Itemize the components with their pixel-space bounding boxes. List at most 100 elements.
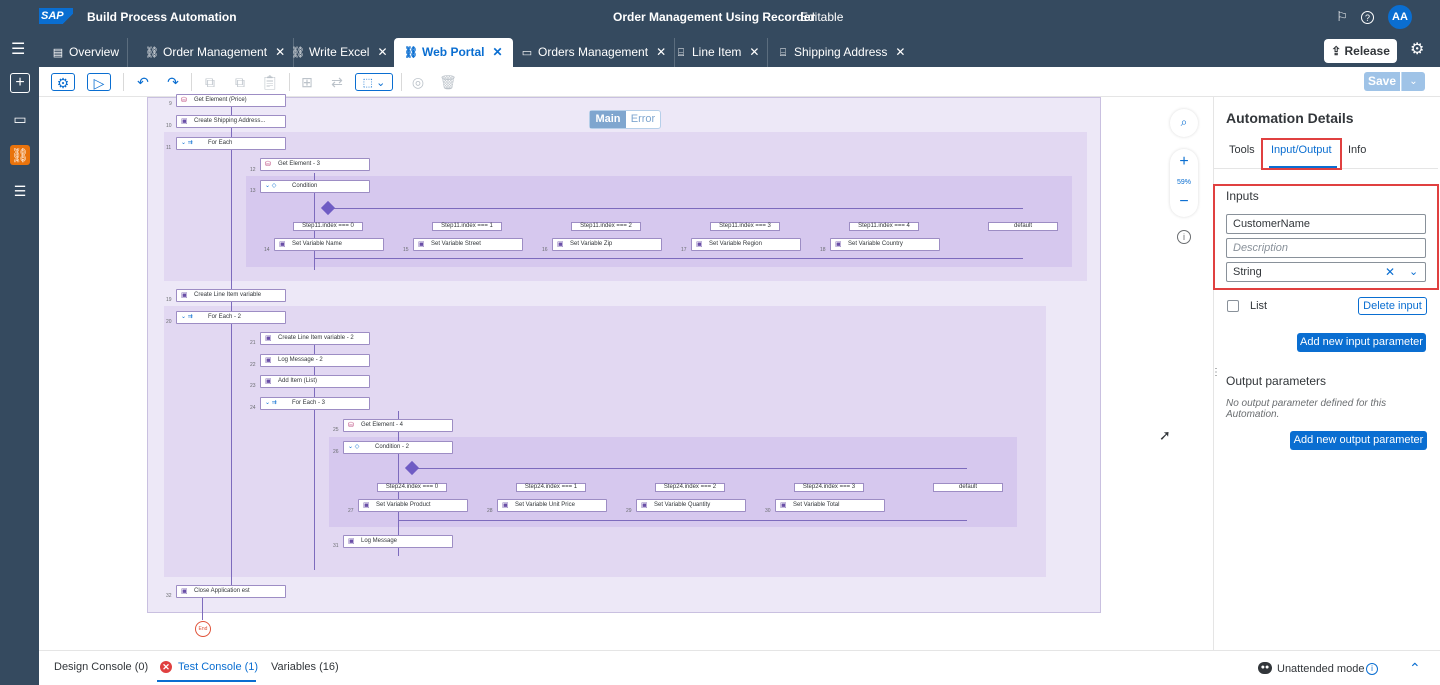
chevron-up-icon[interactable]: ⌃ <box>1409 660 1421 677</box>
flow-step[interactable]: Set Variable Name <box>274 238 384 251</box>
help-icon[interactable]: ? <box>1361 11 1374 24</box>
step-number: 29 <box>626 508 632 514</box>
list-checkbox[interactable] <box>1227 300 1239 312</box>
flow-step[interactable]: Create Line Item variable <box>176 289 286 302</box>
settings-icon[interactable]: ⚙ <box>1410 42 1424 58</box>
flow-step[interactable]: Set Variable Unit Price <box>497 499 607 512</box>
flow-step[interactable]: For Each - 2 <box>176 311 286 324</box>
condition-case[interactable]: Step11.index === 4 <box>849 222 919 231</box>
flow-step[interactable]: For Each <box>176 137 286 150</box>
step-number: 27 <box>348 508 354 514</box>
sap-logo[interactable]: SAP <box>39 8 73 24</box>
flow-step[interactable]: Add Item (List) <box>260 375 370 388</box>
add-step-icon[interactable]: ⊞ <box>296 73 318 91</box>
segment-main[interactable]: Main <box>590 111 626 128</box>
tab-write-excel[interactable]: ⛓ Write Excel ✕ <box>283 38 397 67</box>
condition-case[interactable]: Step24.index === 0 <box>377 483 447 492</box>
release-button[interactable]: ⇪ Release <box>1324 39 1397 63</box>
add-icon[interactable]: + <box>10 73 30 93</box>
condition-case[interactable]: Step11.index === 1 <box>432 222 502 231</box>
flow-step[interactable]: Set Variable Quantity <box>636 499 746 512</box>
monitor-icon[interactable]: ▭ <box>10 109 30 129</box>
debug-icon[interactable]: ⚙ <box>51 73 75 91</box>
tab-info[interactable]: Info <box>1348 144 1366 156</box>
tab-tools[interactable]: Tools <box>1229 144 1255 156</box>
undo-icon[interactable]: ↶ <box>132 73 154 91</box>
tab-orders-management[interactable]: ▭ Orders Management ✕ <box>512 38 676 67</box>
flow-step[interactable]: Create Shipping Address... <box>176 115 286 128</box>
step-number: 13 <box>250 188 256 194</box>
flow-step[interactable]: Get Element (Price) <box>176 94 286 107</box>
zoom-out-icon[interactable]: − <box>1170 193 1198 211</box>
flow-step[interactable]: Set Variable Zip <box>552 238 662 251</box>
zoom-in-icon[interactable]: + <box>1170 153 1198 171</box>
flow-step[interactable]: Set Variable Region <box>691 238 801 251</box>
redo-icon[interactable]: ↷ <box>162 73 184 91</box>
flow-step[interactable]: For Each - 3 <box>260 397 370 410</box>
zoom-level[interactable]: 59% <box>1170 179 1198 186</box>
flow-step[interactable]: Set Variable Street <box>413 238 523 251</box>
close-icon[interactable]: ✕ <box>377 38 387 67</box>
delete-input-button[interactable]: Delete input <box>1358 297 1427 315</box>
flow-step[interactable]: Close Application est <box>176 585 286 598</box>
save-dropdown-button[interactable]: ⌄ <box>1401 72 1425 91</box>
flow-step[interactable]: Create Line Item variable - 2 <box>260 332 370 345</box>
save-button[interactable]: Save <box>1364 72 1400 91</box>
flow-step[interactable]: Set Variable Total <box>775 499 885 512</box>
step-number: 30 <box>765 508 771 514</box>
menu-icon[interactable]: ☰ <box>11 42 27 58</box>
condition-case[interactable]: Step24.index === 1 <box>516 483 586 492</box>
flow-step[interactable]: Condition <box>260 180 370 193</box>
close-icon[interactable]: ✕ <box>492 38 502 67</box>
info-icon[interactable]: i <box>1366 663 1378 675</box>
tab-order-management[interactable]: ⛓ Order Management ✕ <box>137 38 295 67</box>
condition-case[interactable]: Step11.index === 0 <box>293 222 363 231</box>
end-node[interactable]: End <box>195 621 211 637</box>
condition-case[interactable]: Step24.index === 3 <box>794 483 864 492</box>
flow-step[interactable]: Set Variable Country <box>830 238 940 251</box>
swap-icon[interactable]: ⇄ <box>326 73 348 91</box>
tab-web-portal[interactable]: ⛓ Web Portal ✕ <box>394 38 513 67</box>
flow-step[interactable]: Get Element - 4 <box>343 419 453 432</box>
selection-dropdown[interactable]: ⬚ ⌄ <box>355 73 393 91</box>
flow-step[interactable]: Log Message <box>343 535 453 548</box>
upload-icon: ⇪ <box>1331 44 1345 58</box>
close-icon[interactable]: ✕ <box>895 38 905 67</box>
tab-overview[interactable]: ▤ Overview <box>43 38 129 67</box>
condition-case[interactable]: Step11.index === 2 <box>571 222 641 231</box>
add-output-parameter-button[interactable]: Add new output parameter <box>1290 431 1427 450</box>
info-icon[interactable]: i <box>1177 230 1191 244</box>
tab-test-console[interactable]: Test Console (1) <box>178 661 258 673</box>
process-tree-icon[interactable]: ⛓ <box>10 145 30 165</box>
close-icon[interactable]: ✕ <box>749 38 759 67</box>
close-icon[interactable]: ✕ <box>656 38 666 67</box>
delete-icon[interactable]: 🗑︎ <box>437 73 459 91</box>
run-icon[interactable]: ▷ <box>87 73 111 91</box>
duplicate-icon[interactable]: ⧉ <box>229 73 251 91</box>
outputs-title: Output parameters <box>1226 374 1327 388</box>
condition-case[interactable]: Step24.index === 2 <box>655 483 725 492</box>
search-canvas-button[interactable]: ⌕ <box>1170 109 1198 137</box>
condition-case[interactable]: default <box>933 483 1003 492</box>
document-icon[interactable]: ☰ <box>10 181 30 201</box>
step-number: 31 <box>333 543 339 549</box>
user-avatar[interactable]: AA <box>1388 5 1412 29</box>
feedback-icon[interactable]: ⚐ <box>1334 9 1350 25</box>
hide-icon[interactable]: ◎ <box>407 73 429 91</box>
add-input-parameter-button[interactable]: Add new input parameter <box>1297 333 1426 352</box>
tab-design-console[interactable]: Design Console (0) <box>54 661 148 673</box>
tab-shipping-address[interactable]: ⌸ Shipping Address ✕ <box>768 38 913 67</box>
condition-case[interactable]: default <box>988 222 1058 231</box>
resize-handle-icon[interactable]: ⋮ <box>1211 367 1221 378</box>
tab-line-item[interactable]: ⌸ Line Item ✕ <box>666 38 769 67</box>
flow-step[interactable]: Get Element - 3 <box>260 158 370 171</box>
paste-icon[interactable]: 📋︎ <box>259 73 281 91</box>
flow-connector <box>202 598 203 620</box>
tab-variables[interactable]: Variables (16) <box>271 661 339 673</box>
flow-step[interactable]: Set Variable Product <box>358 499 468 512</box>
condition-case[interactable]: Step11.index === 3 <box>710 222 780 231</box>
segment-error[interactable]: Error <box>626 111 660 128</box>
flow-step[interactable]: Condition - 2 <box>343 441 453 454</box>
flow-step[interactable]: Log Message - 2 <box>260 354 370 367</box>
copy-icon[interactable]: ⧉ <box>199 73 221 91</box>
